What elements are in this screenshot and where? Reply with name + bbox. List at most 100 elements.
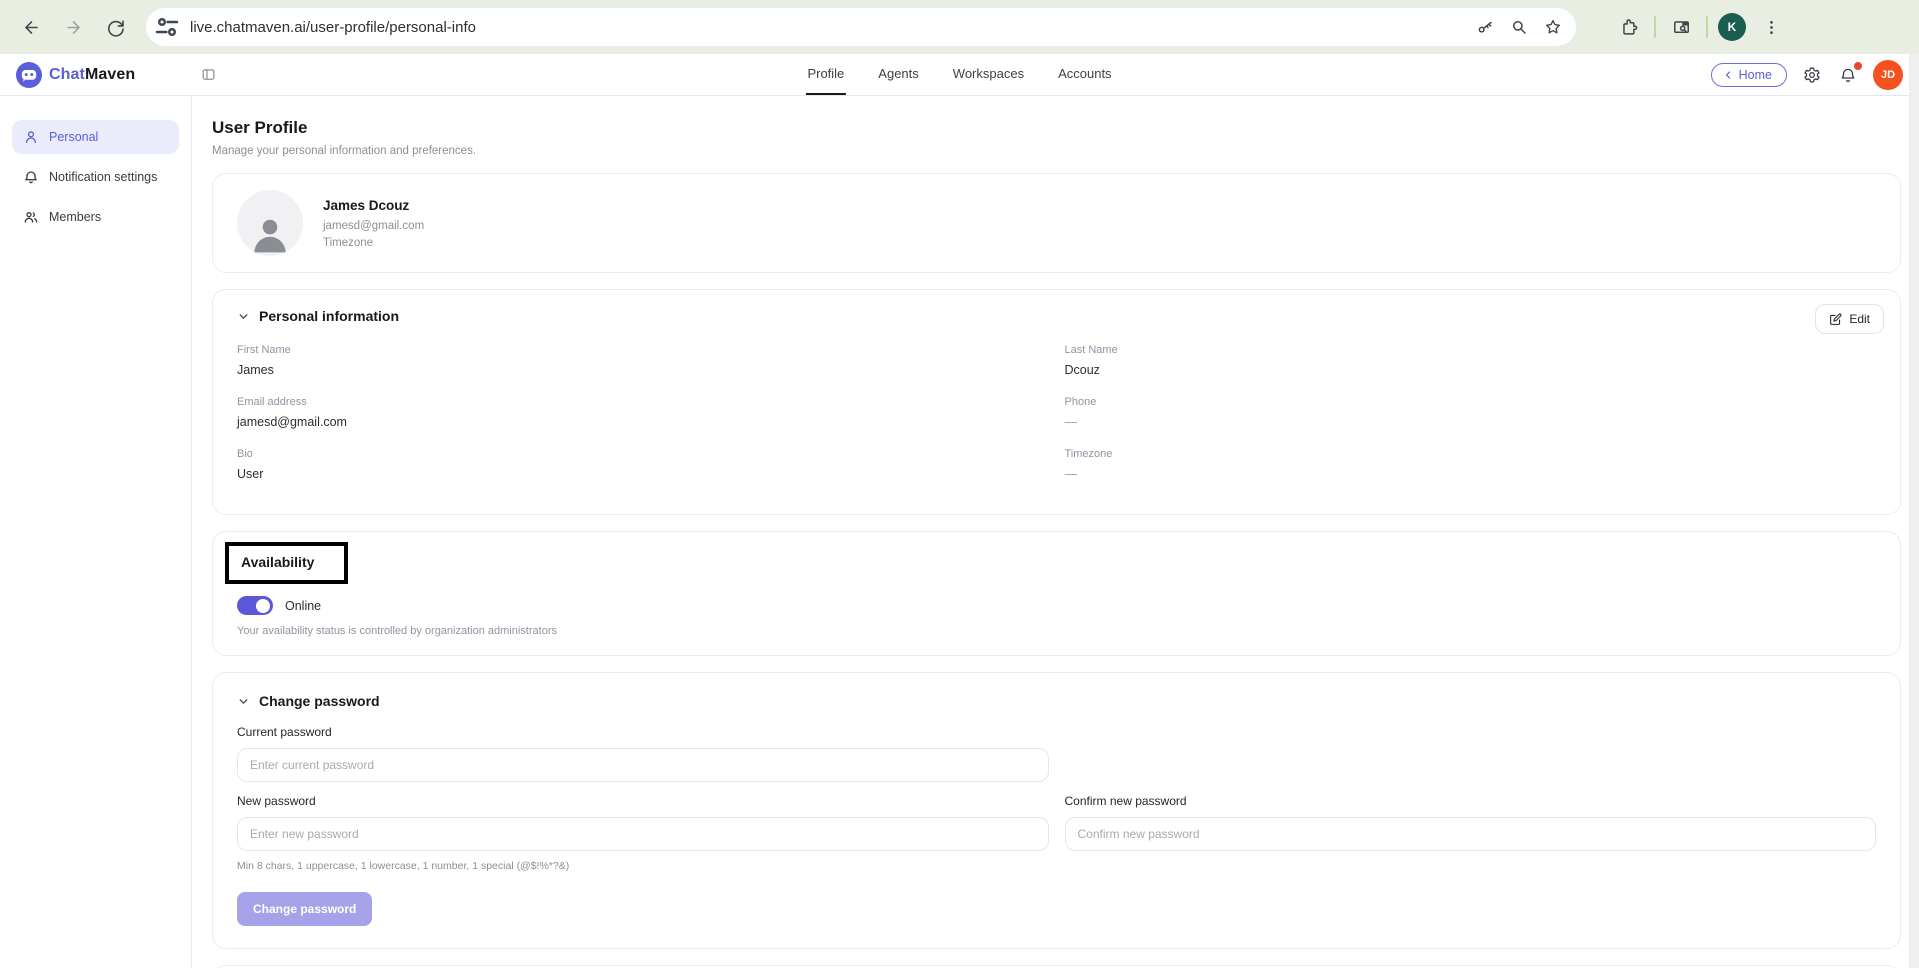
tune-sliders-icon bbox=[152, 12, 182, 42]
main-content: User Profile Manage your personal inform… bbox=[192, 96, 1919, 968]
change-password-button[interactable]: Change password bbox=[237, 892, 372, 926]
puzzle-icon bbox=[1620, 18, 1639, 37]
star-icon bbox=[1544, 18, 1562, 36]
chevron-down-icon bbox=[237, 695, 250, 708]
notifications-button[interactable] bbox=[1837, 64, 1859, 86]
tab-profile[interactable]: Profile bbox=[805, 54, 846, 95]
sidebar-item-label: Notification settings bbox=[49, 170, 157, 184]
app-header: ChatMaven Profile Agents Workspaces Acco… bbox=[0, 54, 1919, 96]
profile-info: James Dcouz jamesd@gmail.com Timezone bbox=[323, 198, 424, 249]
availability-note: Your availability status is controlled b… bbox=[237, 625, 1876, 637]
chevron-left-icon bbox=[1722, 69, 1734, 81]
home-button[interactable]: Home bbox=[1711, 63, 1787, 87]
url-text[interactable]: live.chatmaven.ai/user-profile/personal-… bbox=[190, 19, 1466, 36]
reload-icon bbox=[106, 18, 125, 37]
personal-information-card: Personal information Edit First Name Jam… bbox=[212, 289, 1901, 515]
address-bar[interactable]: live.chatmaven.ai/user-profile/personal-… bbox=[146, 8, 1576, 46]
settings-button[interactable] bbox=[1801, 64, 1823, 86]
chatmaven-logo-icon bbox=[16, 62, 42, 88]
browser-forward-button[interactable] bbox=[54, 8, 92, 46]
sidebar-item-label: Personal bbox=[49, 130, 98, 144]
key-icon bbox=[1476, 18, 1494, 36]
profile-name: James Dcouz bbox=[323, 198, 424, 213]
personal-information-header[interactable]: Personal information bbox=[237, 308, 1876, 324]
sidebar-collapse-button[interactable] bbox=[201, 67, 216, 82]
sidebar-item-personal[interactable]: Personal bbox=[12, 120, 179, 154]
page-scrollbar[interactable] bbox=[1909, 54, 1919, 968]
profile-timezone: Timezone bbox=[323, 237, 424, 249]
confirm-password-label: Confirm new password bbox=[1065, 794, 1877, 808]
toolbar-separator bbox=[1654, 16, 1656, 38]
field-phone: Phone — bbox=[1065, 396, 1877, 429]
current-password-group: Current password bbox=[237, 725, 1049, 782]
three-dots-vertical-icon bbox=[1762, 18, 1781, 37]
page-title: User Profile bbox=[212, 118, 1901, 138]
forward-arrow-icon bbox=[64, 18, 83, 37]
reading-mode-button[interactable] bbox=[1666, 12, 1696, 42]
tab-accounts[interactable]: Accounts bbox=[1056, 54, 1113, 95]
user-avatar[interactable]: JD bbox=[1873, 60, 1903, 90]
header-actions: Home JD bbox=[1711, 60, 1903, 90]
profile-summary-card: James Dcouz jamesd@gmail.com Timezone bbox=[212, 173, 1901, 273]
section-title: Personal information bbox=[259, 308, 399, 324]
browser-actions: K bbox=[1614, 12, 1786, 42]
field-email-address: Email address jamesd@gmail.com bbox=[237, 396, 1049, 429]
tab-agents[interactable]: Agents bbox=[876, 54, 920, 95]
sidebar-item-notification-settings[interactable]: Notification settings bbox=[12, 160, 179, 194]
person-silhouette-icon bbox=[248, 212, 292, 256]
brand-name: ChatMaven bbox=[49, 66, 135, 84]
availability-toggle-row: Online bbox=[237, 596, 1876, 615]
gear-icon bbox=[1803, 66, 1821, 84]
current-password-label: Current password bbox=[237, 725, 1049, 739]
browser-reload-button[interactable] bbox=[96, 8, 134, 46]
profile-email: jamesd@gmail.com bbox=[323, 220, 424, 232]
profile-avatar[interactable] bbox=[237, 190, 303, 256]
magnifier-icon bbox=[1510, 18, 1528, 36]
new-password-input[interactable] bbox=[237, 817, 1049, 851]
section-title: Change password bbox=[259, 693, 380, 709]
bell-icon bbox=[23, 169, 39, 185]
members-icon bbox=[23, 209, 39, 225]
home-button-label: Home bbox=[1739, 68, 1772, 82]
change-password-header[interactable]: Change password bbox=[237, 693, 1876, 709]
passwords-button[interactable] bbox=[1470, 12, 1500, 42]
brand-logo[interactable]: ChatMaven bbox=[16, 62, 135, 88]
availability-toggle[interactable] bbox=[237, 596, 273, 615]
change-password-form: Current password New password Min 8 char… bbox=[237, 725, 1876, 872]
new-password-group: New password Min 8 chars, 1 uppercase, 1… bbox=[237, 782, 1049, 872]
page-subtitle: Manage your personal information and pre… bbox=[212, 145, 1901, 157]
browser-menu-button[interactable] bbox=[1756, 12, 1786, 42]
bookmark-button[interactable] bbox=[1538, 12, 1568, 42]
tab-workspaces[interactable]: Workspaces bbox=[951, 54, 1026, 95]
pencil-square-icon bbox=[1829, 313, 1842, 326]
change-password-card: Change password Current password New pas… bbox=[212, 672, 1901, 949]
notification-badge bbox=[1854, 62, 1862, 70]
back-arrow-icon bbox=[22, 18, 41, 37]
sidebar-item-members[interactable]: Members bbox=[12, 200, 179, 234]
browser-toolbar: live.chatmaven.ai/user-profile/personal-… bbox=[0, 0, 1919, 54]
edit-button[interactable]: Edit bbox=[1815, 304, 1884, 334]
browser-back-button[interactable] bbox=[12, 8, 50, 46]
site-info-button[interactable] bbox=[152, 12, 182, 42]
availability-card: Availability Online Your availability st… bbox=[212, 531, 1901, 656]
availability-highlight-box: Availability bbox=[225, 542, 348, 584]
confirm-password-group: Confirm new password bbox=[1065, 782, 1877, 872]
personal-information-fields: First Name James Last Name Dcouz Email a… bbox=[237, 344, 1876, 500]
settings-sidebar: Personal Notification settings Members bbox=[0, 96, 192, 968]
new-password-label: New password bbox=[237, 794, 1049, 808]
availability-title: Availability bbox=[241, 554, 314, 570]
confirm-password-input[interactable] bbox=[1065, 817, 1877, 851]
chevron-down-icon bbox=[237, 310, 250, 323]
field-last-name: Last Name Dcouz bbox=[1065, 344, 1877, 377]
availability-status-label: Online bbox=[285, 599, 321, 613]
browser-profile-avatar[interactable]: K bbox=[1718, 13, 1746, 41]
zoom-button[interactable] bbox=[1504, 12, 1534, 42]
device-search-icon bbox=[1672, 18, 1691, 37]
panel-icon bbox=[201, 67, 216, 82]
toolbar-separator bbox=[1706, 16, 1708, 38]
edit-button-label: Edit bbox=[1849, 312, 1870, 326]
field-first-name: First Name James bbox=[237, 344, 1049, 377]
current-password-input[interactable] bbox=[237, 748, 1049, 782]
sidebar-item-label: Members bbox=[49, 210, 101, 224]
extensions-button[interactable] bbox=[1614, 12, 1644, 42]
